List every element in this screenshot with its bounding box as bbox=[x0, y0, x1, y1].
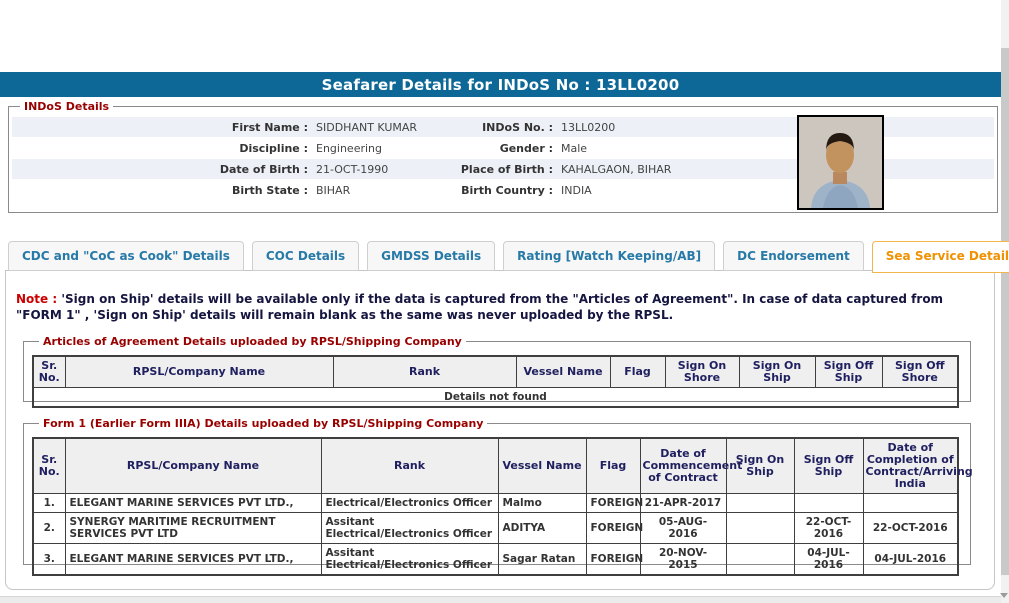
table-cell: Assitant Electrical/Electronics Officer bbox=[320, 543, 499, 576]
column-header: Vessel Name bbox=[497, 437, 587, 494]
table-cell: Electrical/Electronics Officer bbox=[320, 493, 499, 513]
table-cell: 04-JUL-2016 bbox=[862, 543, 959, 576]
table-cell: 22-OCT-2016 bbox=[862, 512, 959, 544]
field-value: BIHAR bbox=[316, 183, 351, 197]
table-cell bbox=[793, 493, 864, 513]
tab-coc-details[interactable]: COC Details bbox=[251, 241, 360, 271]
table-cell bbox=[725, 543, 795, 576]
table-cell bbox=[725, 493, 795, 513]
sea-service-tab-panel: Note : 'Sign on Ship' details will be av… bbox=[5, 270, 995, 590]
field-label: Date of Birth : bbox=[219, 162, 308, 176]
table-cell: 05-AUG-2016 bbox=[639, 512, 727, 544]
table-cell: 2. bbox=[32, 512, 66, 544]
column-header: Sign Off Shore bbox=[881, 355, 959, 388]
table-cell bbox=[725, 512, 795, 544]
field-value: Male bbox=[561, 141, 588, 155]
tab-dc-endorsement[interactable]: DC Endorsement bbox=[723, 241, 864, 271]
field-value: SIDDHANT KUMAR bbox=[316, 120, 418, 134]
column-header: Sign On Shore bbox=[664, 355, 740, 388]
form1-legend: Form 1 (Earlier Form IIIA) Details uploa… bbox=[43, 417, 484, 430]
table-cell: ELEGANT MARINE SERVICES PVT LTD., bbox=[64, 493, 322, 513]
indos-details-legend: INDoS Details bbox=[24, 100, 110, 113]
articles-of-agreement-table-header-row: Sr. No. RPSL/Company Name Rank Vessel Name F… bbox=[32, 355, 959, 388]
field-label: Birth Country : bbox=[461, 183, 553, 197]
table-cell: ADITYA bbox=[497, 512, 587, 544]
table-cell: FOREIGN bbox=[585, 493, 643, 513]
column-header: Vessel Name bbox=[515, 355, 611, 388]
column-header: Sign On Ship bbox=[725, 437, 795, 494]
table-cell: 04-JUL-2016 bbox=[793, 543, 864, 576]
tab-rating-watch-keeping-ab[interactable]: Rating [Watch Keeping/AB] bbox=[503, 241, 716, 271]
articles-of-agreement-fieldset: Articles of Agreement Details uploaded b… bbox=[23, 335, 971, 408]
form1-table-row: 3. ELEGANT MARINE SERVICES PVT LTD., Assit… bbox=[32, 543, 959, 576]
column-header: Flag bbox=[609, 355, 666, 388]
form1-table-header-row: Sr. No. RPSL/Company Name Rank Vessel Name F… bbox=[32, 437, 973, 494]
empty-message: Details not found bbox=[32, 387, 959, 408]
column-header: Date of Completion of Contract/Arriving … bbox=[862, 437, 973, 494]
field-value: KAHALGAON, BIHAR bbox=[561, 162, 672, 176]
table-cell: Assitant Electrical/Electronics Officer bbox=[320, 512, 499, 544]
column-header: Sign Off Ship bbox=[793, 437, 864, 494]
field-value: Engineering bbox=[316, 141, 382, 155]
bottom-strip bbox=[0, 596, 1001, 603]
field-label: Birth State : bbox=[231, 183, 308, 197]
table-cell: Malmo bbox=[497, 493, 587, 513]
table-cell: Sagar Ratan bbox=[497, 543, 587, 576]
page-title: Seafarer Details for INDoS No : 13LL0200 bbox=[321, 75, 680, 94]
table-cell: FOREIGN bbox=[585, 512, 643, 544]
column-header: Flag bbox=[585, 437, 641, 494]
table-cell: 20-NOV-2015 bbox=[639, 543, 727, 576]
column-header: Rank bbox=[320, 437, 499, 494]
field-value: 13LL0200 bbox=[561, 120, 616, 134]
column-header: Sign On Ship bbox=[738, 355, 816, 388]
articles-of-agreement-table: Sr. No. RPSL/Company Name Rank Vessel Name F… bbox=[32, 355, 959, 408]
column-header: RPSL/Company Name bbox=[64, 437, 322, 494]
table-cell: ELEGANT MARINE SERVICES PVT LTD., bbox=[64, 543, 322, 576]
column-header: Sr. No. bbox=[32, 355, 66, 388]
field-label: Gender : bbox=[499, 141, 553, 155]
column-header: Date of Commencement of Contract bbox=[639, 437, 742, 494]
column-header: Rank bbox=[332, 355, 517, 388]
table-cell: 22-OCT-2016 bbox=[793, 512, 864, 544]
table-cell: FOREIGN bbox=[585, 543, 643, 576]
form1-table: Sr. No. RPSL/Company Name Rank Vessel Name F… bbox=[32, 437, 973, 576]
page-title-bar: Seafarer Details for INDoS No : 13LL0200 bbox=[0, 72, 1001, 97]
field-value: 21-OCT-1990 bbox=[316, 162, 389, 176]
scrollbar-down-arrow-icon[interactable] bbox=[1000, 593, 1008, 598]
articles-of-agreement-legend: Articles of Agreement Details uploaded b… bbox=[43, 335, 462, 348]
note-body: 'Sign on Ship' details will be available… bbox=[16, 292, 944, 322]
table-cell: 3. bbox=[32, 543, 66, 576]
field-label: INDoS No. : bbox=[482, 120, 553, 134]
articles-of-agreement-table-wrap: Sr. No. RPSL/Company Name Rank Vessel Name F… bbox=[32, 355, 963, 408]
column-header: Sr. No. bbox=[32, 437, 66, 494]
note-text: Note : 'Sign on Ship' details will be av… bbox=[16, 291, 968, 323]
field-label: First Name : bbox=[231, 120, 308, 134]
table-cell bbox=[862, 493, 959, 513]
form1-table-wrap: Sr. No. RPSL/Company Name Rank Vessel Name F… bbox=[32, 437, 973, 576]
note-prefix: Note : bbox=[16, 292, 62, 306]
table-cell: 1. bbox=[32, 493, 66, 513]
form1-table-row: 1. ELEGANT MARINE SERVICES PVT LTD., Elect… bbox=[32, 493, 959, 513]
table-cell: 21-APR-2017 bbox=[639, 493, 727, 513]
articles-of-agreement-table-empty-row: Details not found bbox=[32, 387, 959, 408]
tab-sea-service-details[interactable]: Sea Service Details bbox=[871, 241, 1009, 273]
tab-gmdss-details[interactable]: GMDSS Details bbox=[367, 241, 496, 271]
form1-fieldset: Form 1 (Earlier Form IIIA) Details uploa… bbox=[23, 417, 973, 576]
column-header: Sign Off Ship bbox=[814, 355, 883, 388]
form1-table-row: 2. SYNERGY MARITIME RECRUITMENT SERVICES … bbox=[32, 512, 959, 544]
field-value: INDIA bbox=[561, 183, 592, 197]
seafarer-photo-image bbox=[799, 117, 882, 208]
table-cell: SYNERGY MARITIME RECRUITMENT SERVICES PV… bbox=[64, 512, 322, 544]
column-header: RPSL/Company Name bbox=[64, 355, 334, 388]
field-label: Place of Birth : bbox=[460, 162, 553, 176]
vertical-scrollbar-thumb[interactable] bbox=[1001, 48, 1009, 575]
tab-bar: CDC and "CoC as Cook" Details COC Details… bbox=[8, 241, 1009, 273]
page: Seafarer Details for INDoS No : 13LL0200… bbox=[0, 0, 1009, 603]
seafarer-photo bbox=[797, 115, 884, 210]
tab-cdc-coc-as-cook-details[interactable]: CDC and "CoC as Cook" Details bbox=[8, 241, 244, 271]
field-label: Discipline : bbox=[239, 141, 308, 155]
